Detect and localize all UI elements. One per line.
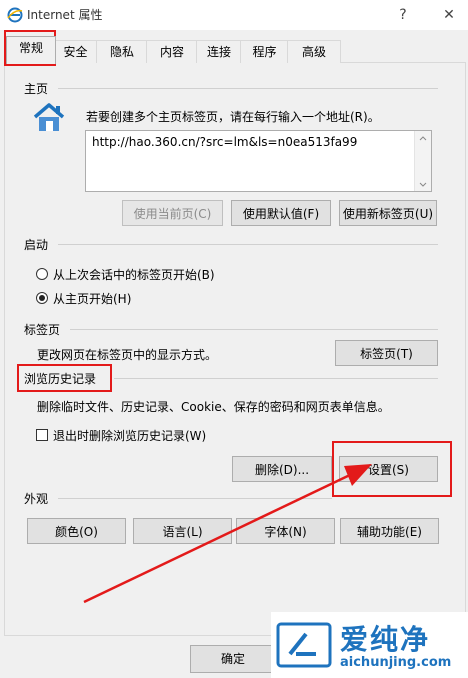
- tab-connections[interactable]: 连接: [196, 40, 242, 63]
- radio-home-page-label[interactable]: 从主页开始(H): [53, 290, 131, 307]
- homepage-url-textarea[interactable]: http://hao.360.cn/?src=lm&ls=n0ea513fa99: [85, 130, 432, 192]
- accessibility-button[interactable]: 辅助功能(E): [340, 518, 439, 544]
- tabs-divider: [70, 329, 438, 330]
- watermark-url: aichunjing.com: [340, 655, 452, 670]
- tab-programs-label: 程序: [252, 45, 277, 59]
- tabs-settings-button[interactable]: 标签页(T): [335, 340, 438, 366]
- homepage-instruction: 若要创建多个主页标签页，请在每行输入一个地址(R)。: [86, 110, 380, 124]
- tab-content-label: 内容: [159, 45, 184, 59]
- tab-security-label: 安全: [63, 45, 88, 59]
- close-button[interactable]: ✕: [437, 5, 461, 25]
- textarea-scrollbar[interactable]: [414, 131, 431, 191]
- house-icon: [33, 103, 65, 131]
- brand-logo-icon: [276, 622, 332, 668]
- appearance-section-title: 外观: [24, 492, 49, 506]
- delete-history-button[interactable]: 删除(D)...: [232, 456, 332, 482]
- radio-last-session-label[interactable]: 从上次会话中的标签页开始(B): [53, 266, 215, 283]
- tab-privacy-label: 隐私: [109, 45, 134, 59]
- history-settings-button[interactable]: 设置(S): [339, 456, 438, 482]
- tab-advanced[interactable]: 高级: [287, 40, 341, 63]
- homepage-divider: [58, 88, 438, 89]
- homepage-section-title: 主页: [24, 82, 49, 96]
- help-button[interactable]: ?: [391, 5, 415, 25]
- watermark-brand: 爱纯净: [340, 623, 431, 656]
- use-new-tab-button[interactable]: 使用新标签页(U): [339, 200, 437, 226]
- tab-general-label: 常规: [18, 41, 43, 55]
- tabs-description: 更改网页在标签页中的显示方式。: [37, 348, 218, 362]
- radio-last-session[interactable]: [36, 268, 48, 280]
- radio-home-page[interactable]: [36, 292, 48, 304]
- history-section-title: 浏览历史记录: [24, 372, 97, 386]
- delete-on-exit-checkbox[interactable]: [36, 429, 48, 441]
- tab-connections-label: 连接: [206, 45, 231, 59]
- tab-security[interactable]: 安全: [53, 40, 98, 63]
- tab-content[interactable]: 内容: [146, 40, 198, 63]
- use-current-button[interactable]: 使用当前页(C): [122, 200, 223, 226]
- history-description: 删除临时文件、历史记录、Cookie、保存的密码和网页表单信息。: [37, 400, 390, 414]
- colors-button[interactable]: 颜色(O): [27, 518, 126, 544]
- scroll-arrows-icon: [419, 136, 427, 187]
- delete-on-exit-label[interactable]: 退出时删除浏览历史记录(W): [53, 427, 206, 444]
- startup-section-title: 启动: [24, 238, 49, 252]
- tab-advanced-label: 高级: [301, 45, 326, 59]
- internet-explorer-icon: [7, 7, 23, 23]
- use-default-button[interactable]: 使用默认值(F): [231, 200, 331, 226]
- fonts-button[interactable]: 字体(N): [236, 518, 335, 544]
- homepage-url-text: http://hao.360.cn/?src=lm&ls=n0ea513fa99: [92, 135, 358, 149]
- window-title: Internet 属性: [27, 8, 103, 22]
- startup-divider: [58, 244, 438, 245]
- history-divider: [114, 378, 438, 379]
- tab-programs[interactable]: 程序: [240, 40, 289, 63]
- ok-button[interactable]: 确定: [190, 645, 276, 673]
- appearance-divider: [58, 498, 332, 499]
- tab-strip: 常规 安全 隐私 内容 连接 程序 高级: [0, 36, 468, 64]
- tabs-section-title: 标签页: [24, 323, 61, 337]
- tab-privacy[interactable]: 隐私: [96, 40, 148, 63]
- languages-button[interactable]: 语言(L): [133, 518, 232, 544]
- tab-general[interactable]: 常规: [6, 36, 56, 64]
